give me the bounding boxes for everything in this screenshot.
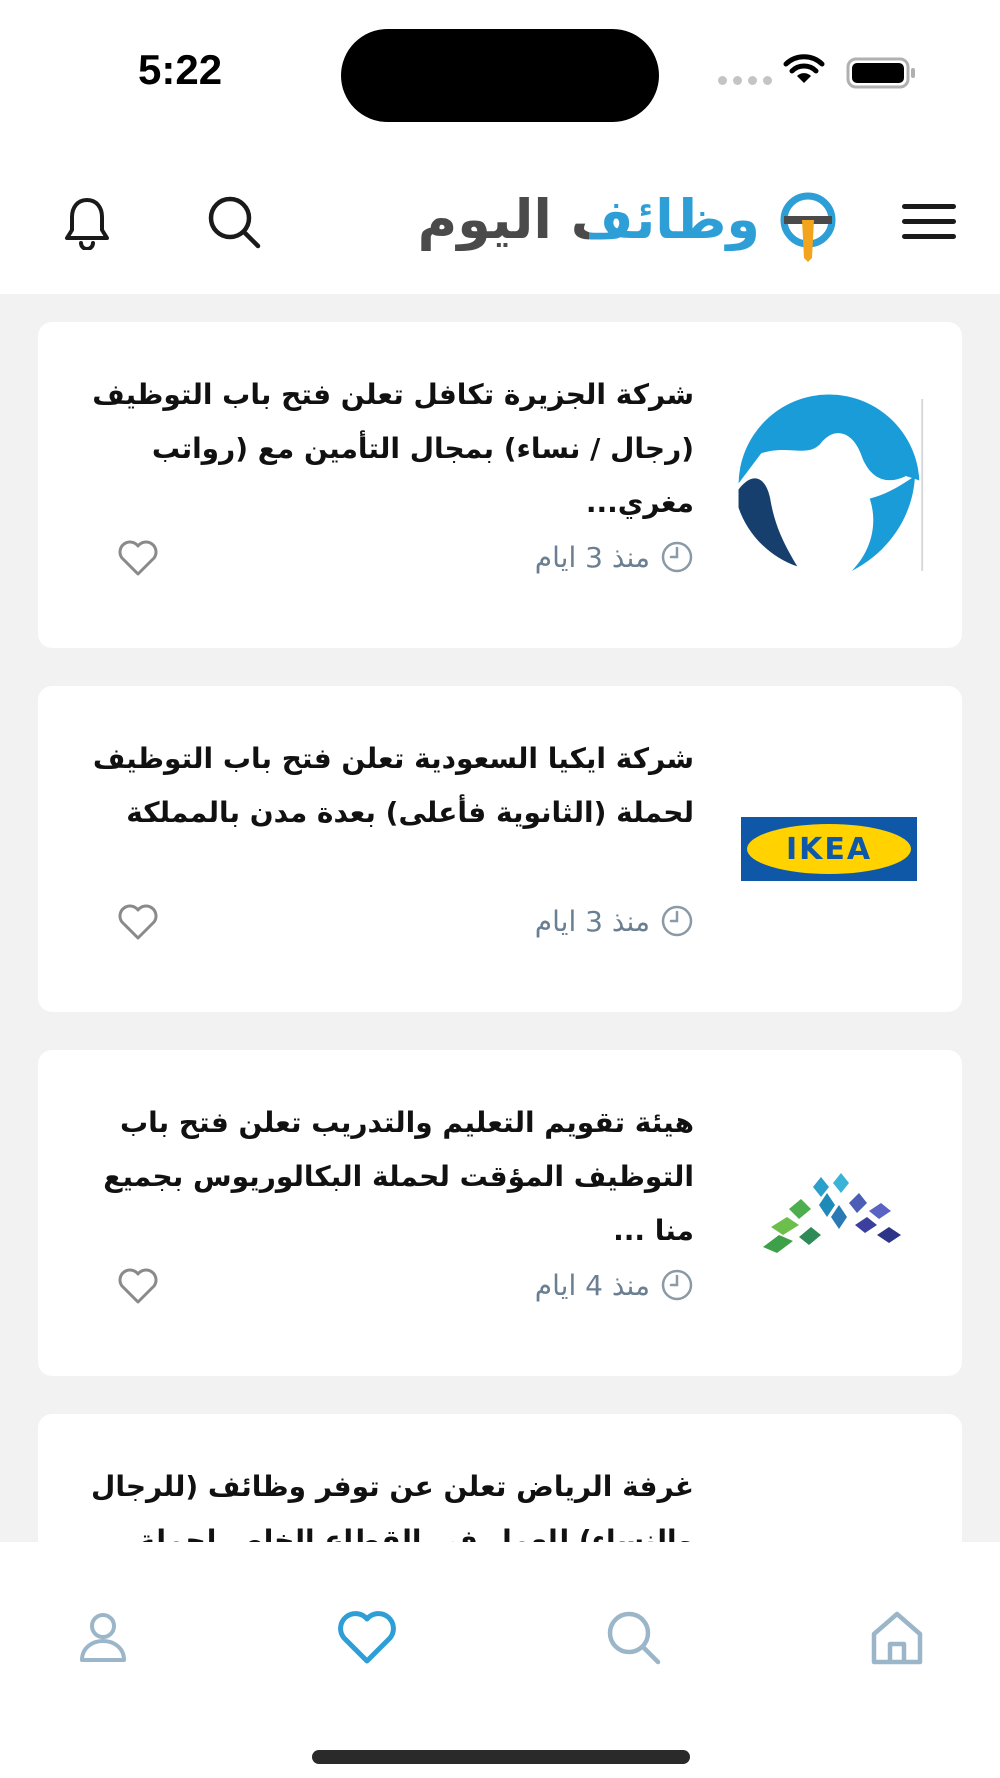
status-time: 5:22 — [138, 46, 223, 93]
home-icon — [871, 1611, 923, 1665]
app-logo: وظائف اليوم — [418, 180, 840, 270]
user-icon — [80, 1613, 126, 1662]
job-title[interactable]: شركة ايكيا السعودية تعلن فتح باب التوظيف… — [74, 732, 694, 840]
app-name-text: وظائف اليوم — [417, 188, 760, 251]
job-title[interactable]: شركة الجزيرة تكافل تعلن فتح باب التوظيف … — [74, 368, 694, 530]
job-title[interactable]: هيئة تقويم التعليم والتدريب تعلن فتح باب… — [74, 1096, 694, 1258]
clock-icon — [661, 905, 693, 937]
tab-bar — [0, 1542, 1000, 1778]
search-icon[interactable] — [206, 194, 262, 250]
favorite-heart-icon[interactable] — [116, 900, 160, 944]
wifi-icon — [783, 54, 825, 83]
job-time: منذ 4 ايام — [535, 1268, 694, 1302]
tab-home[interactable] — [852, 1592, 942, 1682]
battery-icon — [846, 57, 915, 89]
clock-icon — [661, 1269, 693, 1301]
job-time-text: منذ 4 ايام — [534, 1268, 650, 1302]
status-bar: 5:22 — [0, 0, 1000, 140]
job-card[interactable]: غرفة الرياض تعلن عن توفر وظائف (للرجال و… — [38, 1414, 962, 1542]
heart-icon — [338, 1611, 396, 1664]
job-title[interactable]: غرفة الرياض تعلن عن توفر وظائف (للرجال و… — [74, 1460, 694, 1542]
dynamic-island — [341, 29, 659, 122]
job-card[interactable]: هيئة تقويم التعليم والتدريب تعلن فتح باب… — [38, 1050, 962, 1376]
ikea-logo: IKEA — [734, 744, 924, 954]
aljazira-takaful-logo — [734, 380, 924, 590]
etec-logo — [734, 1108, 924, 1318]
cellular-signal-icon — [718, 76, 772, 85]
job-time: منذ 3 ايام — [535, 904, 694, 938]
tab-profile[interactable] — [58, 1592, 148, 1682]
ikea-logo-text: IKEA — [785, 831, 873, 867]
clock-icon — [661, 541, 693, 573]
job-feed: شركة الجزيرة تكافل تعلن فتح باب التوظيف … — [0, 294, 1000, 1542]
app-name: وظائف اليوم — [418, 188, 760, 251]
job-time-text: منذ 3 ايام — [534, 904, 650, 938]
job-card[interactable]: شركة ايكيا السعودية تعلن فتح باب التوظيف… — [38, 686, 962, 1012]
tab-search[interactable] — [588, 1592, 678, 1682]
hamburger-menu-icon[interactable] — [902, 202, 956, 242]
home-indicator[interactable] — [312, 1750, 690, 1764]
favorite-heart-icon[interactable] — [116, 1264, 160, 1308]
tab-favorites[interactable] — [322, 1592, 412, 1682]
job-time: منذ 3 ايام — [535, 540, 694, 574]
job-time-text: منذ 3 ايام — [534, 540, 650, 574]
screen: 5:22 وظائف اليوم شركة الجزيرة تكافل تعلن… — [0, 0, 1000, 1778]
search-icon — [607, 1611, 661, 1665]
job-card[interactable]: شركة الجزيرة تكافل تعلن فتح باب التوظيف … — [38, 322, 962, 648]
bell-icon[interactable] — [64, 196, 110, 250]
favorite-heart-icon[interactable] — [116, 536, 160, 580]
